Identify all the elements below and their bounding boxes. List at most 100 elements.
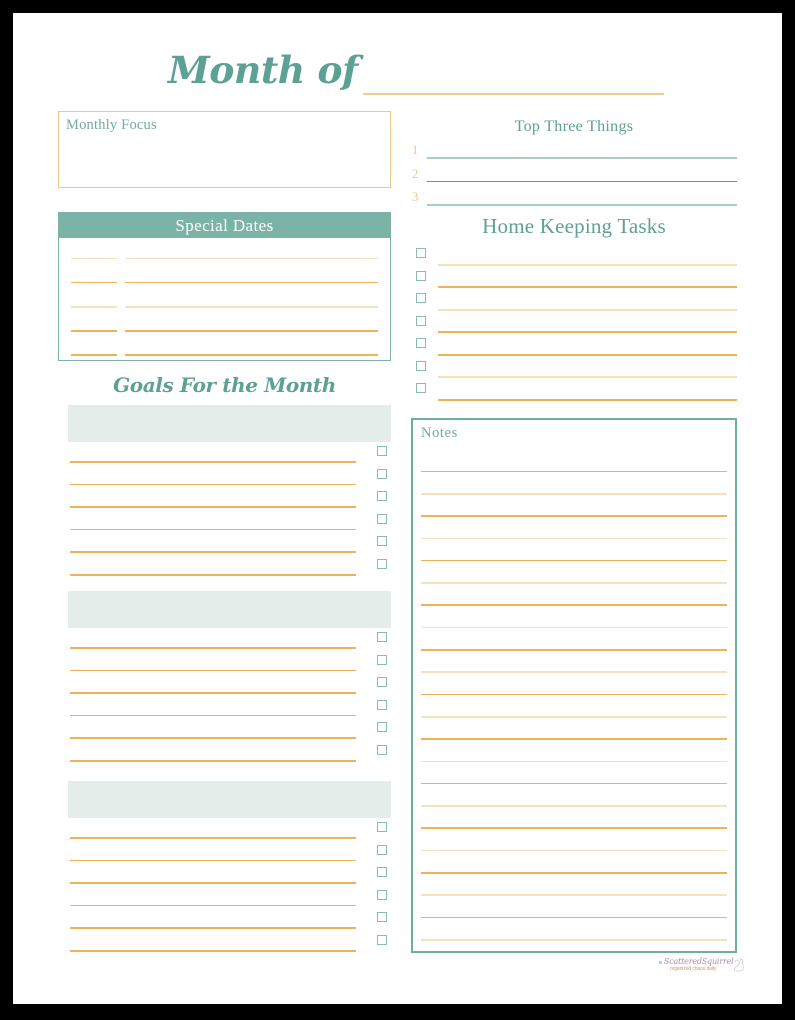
- special-date-description-line[interactable]: [125, 257, 378, 260]
- notes-row[interactable]: [413, 829, 735, 852]
- goal-write-in-line[interactable]: [70, 528, 356, 531]
- goal-row[interactable]: [58, 741, 391, 764]
- goal-write-in-line[interactable]: [70, 461, 356, 463]
- notes-row[interactable]: [413, 740, 735, 763]
- goal-block-header-band[interactable]: [68, 405, 391, 442]
- checkbox-icon[interactable]: [377, 822, 387, 832]
- home-keeping-row[interactable]: [411, 358, 737, 381]
- home-keeping-write-in-line[interactable]: [438, 353, 737, 356]
- goal-row[interactable]: [58, 510, 391, 533]
- special-date-description-line[interactable]: [125, 330, 378, 332]
- notes-row[interactable]: [413, 874, 735, 896]
- goal-write-in-line[interactable]: [70, 573, 356, 576]
- top-three-row[interactable]: 1: [411, 141, 737, 164]
- checkbox-icon[interactable]: [377, 468, 387, 479]
- home-keeping-row[interactable]: [411, 290, 737, 313]
- special-dates-row[interactable]: [59, 262, 390, 286]
- checkbox-icon[interactable]: [416, 315, 426, 326]
- special-date-description-line[interactable]: [125, 305, 378, 308]
- home-keeping-row[interactable]: [411, 268, 737, 291]
- checkbox-icon[interactable]: [416, 248, 426, 258]
- checkbox-icon[interactable]: [377, 677, 387, 688]
- home-keeping-write-in-line[interactable]: [438, 398, 737, 401]
- home-keeping-row[interactable]: [411, 335, 737, 358]
- home-keeping-write-in-line[interactable]: [438, 308, 737, 311]
- special-date-day-line[interactable]: [71, 257, 117, 260]
- notes-row[interactable]: [413, 896, 735, 919]
- notes-row[interactable]: [413, 918, 735, 941]
- top-three-write-in-line[interactable]: [427, 180, 737, 183]
- goal-write-in-line[interactable]: [70, 949, 356, 952]
- notes-row[interactable]: [413, 606, 735, 629]
- checkbox-icon[interactable]: [377, 654, 387, 665]
- goal-write-in-line[interactable]: [70, 506, 356, 508]
- special-dates-row[interactable]: [59, 335, 390, 359]
- goal-write-in-line[interactable]: [70, 837, 356, 839]
- goal-write-in-line[interactable]: [70, 692, 356, 694]
- notes-row[interactable]: [413, 517, 735, 540]
- home-keeping-write-in-line[interactable]: [438, 263, 737, 266]
- goal-block-header-band[interactable]: [68, 781, 391, 818]
- goal-row[interactable]: [58, 863, 391, 886]
- special-date-day-line[interactable]: [71, 281, 117, 284]
- goal-row[interactable]: [58, 841, 391, 864]
- checkbox-icon[interactable]: [377, 446, 387, 456]
- home-keeping-write-in-line[interactable]: [438, 286, 737, 288]
- notes-row[interactable]: [413, 472, 735, 495]
- goal-block-header-band[interactable]: [68, 591, 391, 628]
- special-date-description-line[interactable]: [125, 354, 378, 356]
- notes-row[interactable]: [413, 762, 735, 785]
- goal-row[interactable]: [58, 718, 391, 741]
- top-three-write-in-line[interactable]: [427, 157, 737, 159]
- goal-write-in-line[interactable]: [70, 647, 356, 649]
- goal-write-in-line[interactable]: [70, 759, 356, 762]
- checkbox-icon[interactable]: [377, 912, 387, 923]
- checkbox-icon[interactable]: [377, 867, 387, 878]
- goal-row[interactable]: [58, 818, 391, 841]
- monthly-focus-box[interactable]: Monthly Focus: [58, 111, 391, 188]
- goal-row[interactable]: [58, 673, 391, 696]
- goal-write-in-line[interactable]: [70, 669, 356, 672]
- goal-write-in-line[interactable]: [70, 551, 356, 553]
- special-dates-row[interactable]: [59, 238, 390, 262]
- notes-row[interactable]: [413, 561, 735, 584]
- home-keeping-write-in-line[interactable]: [438, 376, 737, 378]
- top-three-row[interactable]: 3: [411, 188, 737, 211]
- checkbox-icon[interactable]: [377, 934, 387, 945]
- goal-write-in-line[interactable]: [70, 714, 356, 717]
- goal-row[interactable]: [58, 651, 391, 674]
- notes-row[interactable]: [413, 495, 735, 517]
- goal-row[interactable]: [58, 628, 391, 651]
- goal-write-in-line[interactable]: [70, 904, 356, 907]
- special-dates-row[interactable]: [59, 311, 390, 335]
- notes-row[interactable]: [413, 718, 735, 740]
- home-keeping-row[interactable]: [411, 380, 737, 403]
- checkbox-icon[interactable]: [377, 889, 387, 900]
- checkbox-icon[interactable]: [377, 491, 387, 502]
- goal-row[interactable]: [58, 532, 391, 555]
- home-keeping-row[interactable]: [411, 313, 737, 336]
- notes-row[interactable]: [413, 807, 735, 830]
- notes-row[interactable]: [413, 450, 735, 473]
- checkbox-icon[interactable]: [377, 632, 387, 642]
- goal-write-in-line[interactable]: [70, 737, 356, 739]
- special-date-description-line[interactable]: [125, 281, 378, 284]
- goal-row[interactable]: [58, 442, 391, 465]
- home-keeping-row[interactable]: [411, 245, 737, 268]
- special-dates-row[interactable]: [59, 286, 390, 310]
- goal-row[interactable]: [58, 696, 391, 719]
- notes-row[interactable]: [413, 673, 735, 696]
- checkbox-icon[interactable]: [377, 558, 387, 569]
- checkbox-icon[interactable]: [377, 844, 387, 855]
- goal-write-in-line[interactable]: [70, 882, 356, 884]
- checkbox-icon[interactable]: [377, 536, 387, 547]
- top-three-row[interactable]: 2: [411, 165, 737, 188]
- notes-row[interactable]: [413, 628, 735, 651]
- goal-write-in-line[interactable]: [70, 859, 356, 862]
- goal-row[interactable]: [58, 487, 391, 510]
- notes-row[interactable]: [413, 539, 735, 562]
- special-date-day-line[interactable]: [71, 330, 117, 332]
- notes-write-in-line[interactable]: [421, 938, 727, 941]
- goal-row[interactable]: [58, 465, 391, 488]
- month-name-write-in-line[interactable]: [363, 93, 664, 95]
